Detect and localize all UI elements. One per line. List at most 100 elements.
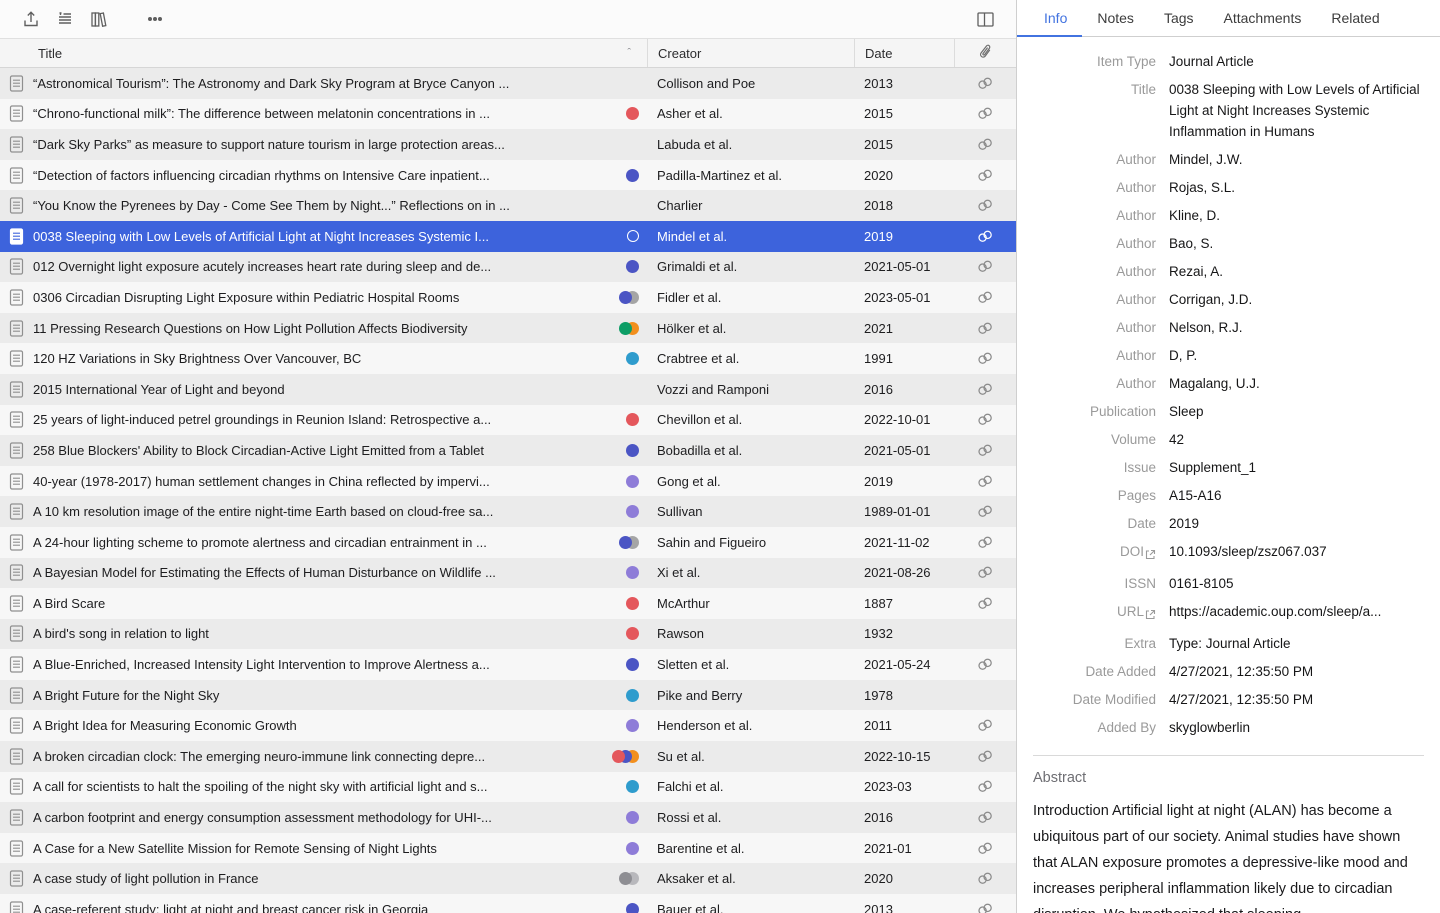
attachment-link-icon (976, 137, 995, 152)
field-row: Author Kline, D. (1017, 201, 1440, 229)
attachment-link-icon (976, 198, 995, 213)
item-title-cell: 120 HZ Variations in Sky Brightness Over… (0, 350, 647, 367)
table-row[interactable]: 25 years of light-induced petrel groundi… (0, 405, 1016, 436)
table-row[interactable]: A Bird Scare McArthur 1887 (0, 588, 1016, 619)
attachment-cell (954, 657, 1016, 672)
item-date: 2020 (854, 871, 954, 886)
tag-color-dot (626, 719, 639, 732)
table-row[interactable]: A Case for a New Satellite Mission for R… (0, 833, 1016, 864)
attachment-cell (954, 779, 1016, 794)
item-date: 2019 (854, 474, 954, 489)
tag-dots (626, 107, 639, 120)
attachment-link-icon (976, 351, 995, 366)
field-value: Rezai, A. (1169, 261, 1426, 282)
item-date: 1887 (854, 596, 954, 611)
field-row: Author Nelson, R.J. (1017, 313, 1440, 341)
table-row[interactable]: 120 HZ Variations in Sky Brightness Over… (0, 343, 1016, 374)
column-header-attachment[interactable] (954, 39, 1016, 67)
note-icon[interactable] (48, 5, 82, 33)
tab-info[interactable]: Info (1017, 0, 1082, 36)
item-title-cell: “You Know the Pyrenees by Day - Come See… (0, 197, 647, 214)
document-icon (9, 595, 33, 612)
table-row[interactable]: A bird's song in relation to light Rawso… (0, 619, 1016, 650)
item-title: 11 Pressing Research Questions on How Li… (33, 321, 613, 336)
table-row[interactable]: “You Know the Pyrenees by Day - Come See… (0, 190, 1016, 221)
tag-color-dot (626, 842, 639, 855)
field-row: Item Type Journal Article (1017, 47, 1440, 75)
field-value: Mindel, J.W. (1169, 149, 1426, 170)
table-row[interactable]: A Bayesian Model for Estimating the Effe… (0, 558, 1016, 589)
more-options-icon[interactable] (138, 5, 172, 33)
item-title-cell: “Astronomical Tourism”: The Astronomy an… (0, 75, 647, 92)
table-row[interactable]: 0038 Sleeping with Low Levels of Artific… (0, 221, 1016, 252)
field-label: DOI (1017, 541, 1169, 566)
document-icon (9, 105, 33, 122)
attachment-cell (954, 474, 1016, 489)
item-title-cell: A Bird Scare (0, 595, 647, 612)
table-row[interactable]: 2015 International Year of Light and bey… (0, 374, 1016, 405)
table-row[interactable]: 258 Blue Blockers' Ability to Block Circ… (0, 435, 1016, 466)
field-value: 2019 (1169, 513, 1426, 534)
table-row[interactable]: 11 Pressing Research Questions on How Li… (0, 313, 1016, 344)
table-row[interactable]: A Bright Future for the Night Sky Pike a… (0, 680, 1016, 711)
attachment-link-icon (976, 902, 995, 913)
item-title-cell: A carbon footprint and energy consumptio… (0, 809, 647, 826)
library-icon[interactable] (82, 5, 116, 33)
document-icon (9, 809, 33, 826)
item-title: A Blue-Enriched, Increased Intensity Lig… (33, 657, 620, 672)
item-title-cell: A bird's song in relation to light (0, 625, 647, 642)
export-icon[interactable] (14, 5, 48, 33)
item-date: 2022-10-01 (854, 412, 954, 427)
item-info-panel: Item Type Journal Article Title 0038 Sle… (1017, 37, 1440, 913)
tag-color-dot (619, 291, 632, 304)
item-title-cell: A 24-hour lighting scheme to promote ale… (0, 534, 647, 551)
attachment-cell (954, 198, 1016, 213)
column-header-title[interactable]: Title ˆ (0, 39, 647, 67)
columns-toggle-icon[interactable] (968, 5, 1002, 33)
column-header-date[interactable]: Date (854, 39, 954, 67)
item-creator: Charlier (647, 198, 854, 213)
table-row[interactable]: A call for scientists to halt the spoili… (0, 772, 1016, 803)
attachment-cell (954, 718, 1016, 733)
table-row[interactable]: A Bright Idea for Measuring Economic Gro… (0, 710, 1016, 741)
field-value[interactable]: https://academic.oup.com/sleep/a... (1169, 601, 1426, 626)
table-row[interactable]: A case-referent study: light at night an… (0, 894, 1016, 913)
item-date: 1932 (854, 626, 954, 641)
table-row[interactable]: 0306 Circadian Disrupting Light Exposure… (0, 282, 1016, 313)
field-row: Date 2019 (1017, 509, 1440, 537)
field-label: Date Added (1017, 661, 1169, 682)
item-date: 2015 (854, 137, 954, 152)
table-row[interactable]: A 10 km resolution image of the entire n… (0, 496, 1016, 527)
zotero-library-window: Title ˆ Creator Date (0, 0, 1440, 913)
tab-related[interactable]: Related (1316, 0, 1394, 36)
item-creator: Pike and Berry (647, 688, 854, 703)
tab-attachments[interactable]: Attachments (1209, 0, 1317, 36)
table-row[interactable]: A broken circadian clock: The emerging n… (0, 741, 1016, 772)
table-row[interactable]: “Astronomical Tourism”: The Astronomy an… (0, 68, 1016, 99)
table-row[interactable]: “Dark Sky Parks” as measure to support n… (0, 129, 1016, 160)
attachment-link-icon (976, 504, 995, 519)
column-header-creator[interactable]: Creator (647, 39, 854, 67)
field-value: 4/27/2021, 12:35:50 PM (1169, 661, 1426, 682)
table-row[interactable]: A 24-hour lighting scheme to promote ale… (0, 527, 1016, 558)
attachment-cell (954, 810, 1016, 825)
tag-color-dot (626, 689, 639, 702)
field-label: Author (1017, 177, 1169, 198)
table-row[interactable]: “Chrono-functional milk”: The difference… (0, 99, 1016, 130)
table-row[interactable]: 40-year (1978-2017) human settlement cha… (0, 466, 1016, 497)
attachment-link-icon (976, 749, 995, 764)
field-value: 4/27/2021, 12:35:50 PM (1169, 689, 1426, 710)
table-row[interactable]: 012 Overnight light exposure acutely inc… (0, 252, 1016, 283)
field-value[interactable]: 10.1093/sleep/zsz067.037 (1169, 541, 1426, 566)
item-date: 2023-03 (854, 779, 954, 794)
field-label: Publication (1017, 401, 1169, 422)
attachment-link-icon (976, 259, 995, 274)
table-row[interactable]: A carbon footprint and energy consumptio… (0, 802, 1016, 833)
attachment-link-icon (976, 596, 995, 611)
item-title: 012 Overnight light exposure acutely inc… (33, 259, 620, 274)
tab-tags[interactable]: Tags (1149, 0, 1209, 36)
table-row[interactable]: A Blue-Enriched, Increased Intensity Lig… (0, 649, 1016, 680)
tab-notes[interactable]: Notes (1082, 0, 1149, 36)
table-row[interactable]: A case study of light pollution in Franc… (0, 863, 1016, 894)
table-row[interactable]: “Detection of factors influencing circad… (0, 160, 1016, 191)
